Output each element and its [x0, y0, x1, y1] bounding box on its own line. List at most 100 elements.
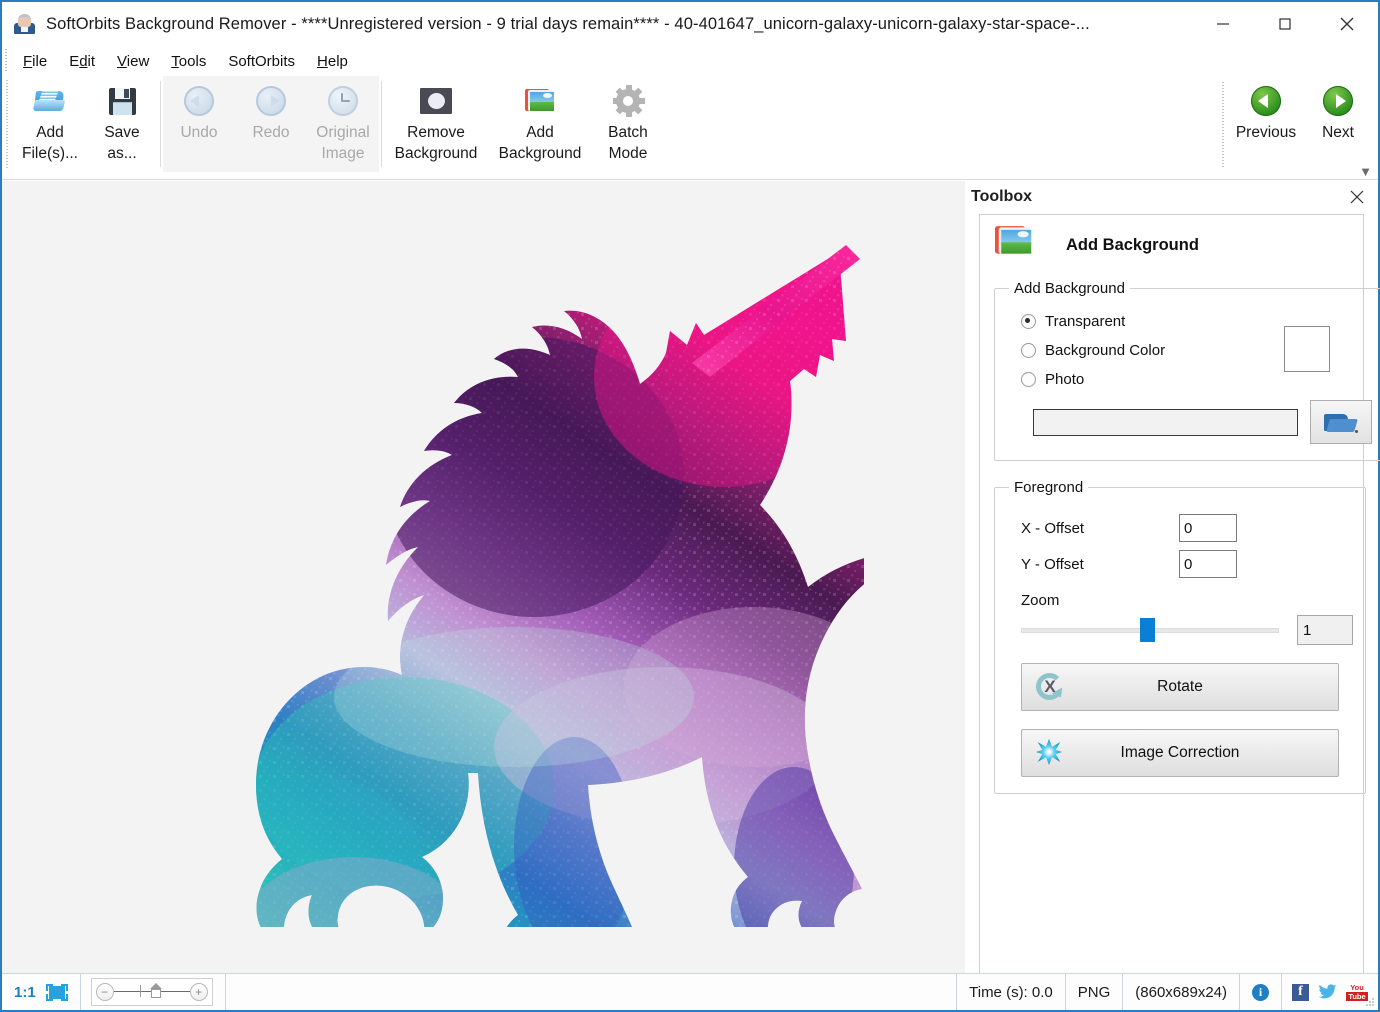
- image-canvas[interactable]: [2, 180, 965, 973]
- clock-history-icon: [326, 84, 360, 118]
- toolbox-content: Add Background Add Background Transparen…: [979, 214, 1364, 973]
- toolbar-add-files-button[interactable]: Add File(s)...: [14, 76, 86, 164]
- toolbar-next-button[interactable]: Next: [1302, 76, 1374, 143]
- facebook-icon[interactable]: f: [1292, 984, 1309, 1001]
- app-window: SoftOrbits Background Remover - ****Unre…: [0, 0, 1380, 1012]
- green-left-arrow-icon: [1249, 84, 1283, 118]
- radio-row-background-color[interactable]: Background Color: [1021, 342, 1372, 359]
- resize-grip[interactable]: [1365, 997, 1375, 1007]
- zoom-slider[interactable]: [1021, 617, 1279, 643]
- toolbar: Add File(s)... Save as... Undo: [2, 76, 1378, 180]
- minimize-button[interactable]: [1192, 4, 1254, 44]
- zoom-home-icon[interactable]: [150, 983, 163, 999]
- toolbar-batch-mode-button[interactable]: Batch Mode: [592, 76, 664, 164]
- close-button[interactable]: [1316, 4, 1378, 44]
- toolbar-remove-background-label: Remove Background: [395, 122, 478, 164]
- main-body: Toolbox Add Background Add Background: [2, 180, 1378, 973]
- transparent-label: Transparent: [1045, 313, 1125, 330]
- toolbar-redo-label: Redo: [252, 122, 289, 143]
- twitter-icon[interactable]: [1318, 984, 1337, 1000]
- unicorn-image: [2, 181, 965, 973]
- menu-edit[interactable]: Edit: [58, 51, 106, 72]
- redo-arrow-icon: [254, 84, 288, 118]
- background-color-label: Background Color: [1045, 342, 1165, 359]
- zoom-out-button[interactable]: −: [96, 983, 114, 1001]
- photo-path-row: [1033, 400, 1372, 444]
- add-background-group-legend: Add Background: [1009, 280, 1130, 297]
- x-offset-input[interactable]: [1179, 514, 1237, 542]
- foreground-group: Foregrond X - Offset Y - Offset Zoom: [994, 479, 1366, 794]
- toolbar-nav-grip[interactable]: [1222, 82, 1224, 168]
- zoom-slider-tick: [140, 985, 141, 997]
- photo-radio[interactable]: [1021, 372, 1036, 387]
- toolbar-group-actions: Remove Background Add Background Batch M…: [384, 76, 664, 172]
- menu-view[interactable]: View: [106, 51, 160, 72]
- menu-file[interactable]: File: [12, 51, 58, 72]
- toolbar-grip[interactable]: [6, 80, 8, 170]
- y-offset-input[interactable]: [1179, 550, 1237, 578]
- toolbar-redo-button[interactable]: Redo: [235, 76, 307, 143]
- toolbar-expander-button[interactable]: ▼: [1359, 167, 1372, 177]
- status-zoom-cell: 1:1: [2, 974, 81, 1010]
- toolbar-navigation-group: Previous Next: [1218, 76, 1374, 176]
- toolbox-close-icon[interactable]: [1348, 188, 1366, 206]
- x-offset-label: X - Offset: [1021, 520, 1179, 537]
- radio-row-photo[interactable]: Photo: [1021, 371, 1372, 388]
- canvas-zoom-slider[interactable]: − +: [91, 978, 213, 1006]
- zoom-slider-thumb[interactable]: [1140, 618, 1155, 642]
- open-folder-icon: [1324, 410, 1358, 434]
- add-files-icon: [33, 84, 67, 118]
- toolbar-previous-button[interactable]: Previous: [1230, 76, 1302, 143]
- y-offset-label: Y - Offset: [1021, 556, 1179, 573]
- zoom-in-button[interactable]: +: [190, 983, 208, 1001]
- status-spacer: [226, 974, 957, 1010]
- status-format: PNG: [1066, 974, 1124, 1010]
- undo-arrow-icon: [182, 84, 216, 118]
- rotate-icon: X: [1034, 671, 1066, 703]
- background-color-radio[interactable]: [1021, 343, 1036, 358]
- transparent-radio[interactable]: [1021, 314, 1036, 329]
- foreground-group-legend: Foregrond: [1009, 479, 1088, 496]
- photo-path-input[interactable]: [1033, 409, 1298, 436]
- toolbar-batch-mode-label: Batch Mode: [608, 122, 648, 164]
- toolbar-remove-background-button[interactable]: Remove Background: [384, 76, 488, 164]
- remove-background-icon: [419, 84, 453, 118]
- toolbar-add-background-label: Add Background: [499, 122, 582, 164]
- photo-label: Photo: [1045, 371, 1084, 388]
- toolbar-add-background-button[interactable]: Add Background: [488, 76, 592, 164]
- toolbar-previous-label: Previous: [1236, 122, 1296, 143]
- rotate-button[interactable]: X Rotate: [1021, 663, 1339, 711]
- toolbox-panel: Toolbox Add Background Add Background: [965, 180, 1378, 973]
- fit-to-window-icon[interactable]: [46, 984, 68, 1001]
- toolbar-original-image-button[interactable]: Original Image: [307, 76, 379, 164]
- status-bar: 1:1 − + Time (s): 0.0 PNG (860x689x24) i: [2, 973, 1378, 1010]
- toolbar-original-image-label: Original Image: [316, 122, 369, 164]
- menu-file-rest: ile: [32, 53, 47, 70]
- menu-help[interactable]: Help: [306, 51, 359, 72]
- toolbar-separator-1: [160, 81, 161, 167]
- browse-photo-button[interactable]: [1310, 400, 1372, 444]
- toolbar-next-label: Next: [1322, 122, 1354, 143]
- menu-softorbits[interactable]: SoftOrbits: [217, 51, 306, 72]
- youtube-top-label: You: [1346, 983, 1368, 992]
- gear-icon: [611, 84, 645, 118]
- status-time: Time (s): 0.0: [957, 974, 1066, 1010]
- toolbar-group-file: Add File(s)... Save as...: [14, 76, 158, 172]
- add-background-icon: [995, 225, 1045, 266]
- save-icon: [105, 84, 139, 118]
- title-bar: SoftOrbits Background Remover - ****Unre…: [2, 2, 1378, 46]
- zoom-value-input[interactable]: [1297, 615, 1353, 645]
- background-color-swatch[interactable]: [1284, 326, 1330, 372]
- toolbar-save-as-button[interactable]: Save as...: [86, 76, 158, 164]
- maximize-button[interactable]: [1254, 4, 1316, 44]
- app-logo-icon: [14, 13, 36, 35]
- zoom-ratio-label[interactable]: 1:1: [14, 984, 44, 1001]
- toolbar-save-as-label: Save as...: [104, 122, 139, 164]
- info-icon[interactable]: i: [1252, 984, 1269, 1001]
- image-correction-button[interactable]: Image Correction: [1021, 729, 1339, 777]
- unicorn-silhouette: [104, 227, 864, 927]
- toolbar-undo-button[interactable]: Undo: [163, 76, 235, 143]
- toolbar-group-history: Undo Redo Original Image: [163, 76, 379, 172]
- image-correction-icon: [1034, 737, 1066, 769]
- menu-tools[interactable]: Tools: [160, 51, 217, 72]
